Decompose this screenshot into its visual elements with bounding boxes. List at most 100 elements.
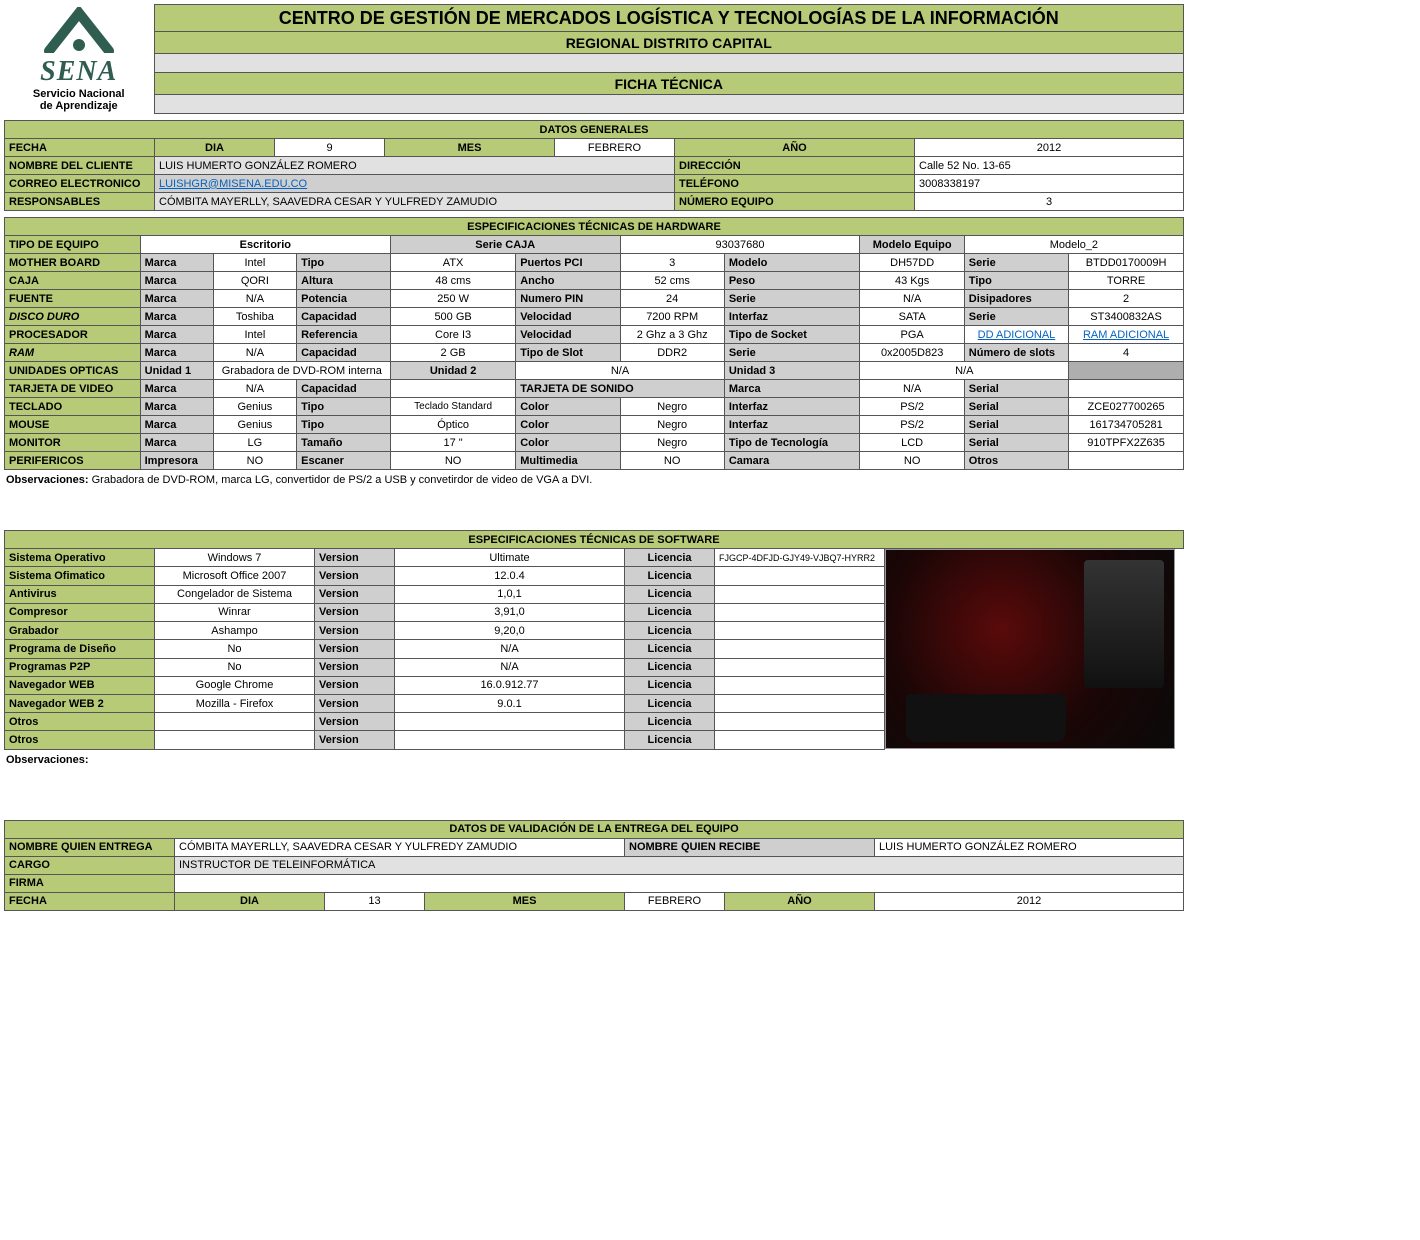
- hw-tipo-eq: Escritorio: [140, 236, 390, 254]
- sw-row-ver: 9.0.1: [395, 694, 625, 712]
- hw-mb-modelo: DH57DD: [860, 254, 964, 272]
- hw-cpu-marca-lbl: Marca: [140, 326, 213, 344]
- logo-sub2: de Aprendizaje: [29, 100, 129, 112]
- dg-dir-lbl: DIRECCIÓN: [675, 157, 915, 175]
- hw-per-cam: NO: [860, 452, 964, 470]
- hw-tec-serial: ZCE027700265: [1069, 398, 1184, 416]
- hw-caja-peso-lbl: Peso: [724, 272, 860, 290]
- sw-row-lic: [715, 622, 885, 640]
- dg-correo-link[interactable]: LUISHGR@MISENA.EDU.CO: [159, 178, 307, 190]
- hw-tec-serial-lbl: Serial: [964, 398, 1068, 416]
- hw-mouse-serial: 161734705281: [1069, 416, 1184, 434]
- hw-fuente-pin-lbl: Numero PIN: [516, 290, 620, 308]
- sw-row-lbl: Grabador: [5, 622, 155, 640]
- hw-per-otros-lbl: Otros: [964, 452, 1068, 470]
- val-table: DATOS DE VALIDACIÓN DE LA ENTREGA DEL EQ…: [4, 820, 1184, 911]
- sw-row-name: [155, 731, 315, 749]
- hw-ram-marca-lbl: Marca: [140, 344, 213, 362]
- hw-cpu-marca: Intel: [213, 326, 296, 344]
- val-dia: 13: [325, 892, 425, 910]
- hw-mb-tipo: ATX: [391, 254, 516, 272]
- val-mes: FEBRERO: [625, 892, 725, 910]
- hw-dd-cap-lbl: Capacidad: [297, 308, 391, 326]
- dg-section: DATOS GENERALES: [5, 121, 1184, 139]
- sw-row-lic: [715, 694, 885, 712]
- val-fecha-lbl: FECHA: [5, 892, 175, 910]
- hw-ram-lbl: RAM: [5, 344, 141, 362]
- val-firma: [175, 874, 1184, 892]
- hw-serie-caja-lbl: Serie CAJA: [391, 236, 621, 254]
- sw-row-lic: [715, 658, 885, 676]
- hw-modelo-eq-lbl: Modelo Equipo: [860, 236, 964, 254]
- hw-caja-alt: 48 cms: [391, 272, 516, 290]
- hw-cpu-lbl: PROCESADOR: [5, 326, 141, 344]
- sw-row-name: No: [155, 640, 315, 658]
- hw-obs-text: Grabadora de DVD-ROM, marca LG, converti…: [92, 474, 593, 486]
- sw-lic-lbl: Licencia: [625, 585, 715, 603]
- sw-lic-lbl: Licencia: [625, 713, 715, 731]
- hw-tv-lbl: TARJETA DE VIDEO: [5, 380, 141, 398]
- sw-ver-lbl: Version: [315, 640, 395, 658]
- hw-mon-marca-lbl: Marca: [140, 434, 213, 452]
- hw-mon-tech-lbl: Tipo de Tecnología: [724, 434, 860, 452]
- hw-mb-serie-lbl: Serie: [964, 254, 1068, 272]
- sw-ver-lbl: Version: [315, 676, 395, 694]
- hw-fuente-serie-lbl: Serie: [724, 290, 860, 308]
- hw-caja-marca: QORI: [213, 272, 296, 290]
- hw-cpu-sock: PGA: [860, 326, 964, 344]
- hw-mouse-marca-lbl: Marca: [140, 416, 213, 434]
- hw-per-imp: NO: [213, 452, 296, 470]
- hw-mb-marca: Intel: [213, 254, 296, 272]
- val-cargo-lbl: CARGO: [5, 856, 175, 874]
- hw-fuente-pin: 24: [620, 290, 724, 308]
- hw-per-mm-lbl: Multimedia: [516, 452, 620, 470]
- hw-mon-color-lbl: Color: [516, 434, 620, 452]
- dg-cliente: LUIS HUMERTO GONZÁLEZ ROMERO: [155, 157, 675, 175]
- hw-mouse-lbl: MOUSE: [5, 416, 141, 434]
- dg-tel-lbl: TELÉFONO: [675, 175, 915, 193]
- sw-row-ver: 16.0.912.77: [395, 676, 625, 694]
- hw-mouse-intf-lbl: Interfaz: [724, 416, 860, 434]
- hw-tec-color-lbl: Color: [516, 398, 620, 416]
- hw-dd-serie-lbl: Serie: [964, 308, 1068, 326]
- hw-ts-lbl: TARJETA DE SONIDO: [516, 380, 725, 398]
- hw-ram-slot: DDR2: [620, 344, 724, 362]
- hw-dd-add-link[interactable]: DD ADICIONAL: [978, 329, 1056, 341]
- hw-tec-lbl: TECLADO: [5, 398, 141, 416]
- hw-obs: Observaciones: Grabadora de DVD-ROM, mar…: [4, 470, 1184, 490]
- hw-cpu-ref-lbl: Referencia: [297, 326, 391, 344]
- sw-row-name: No: [155, 658, 315, 676]
- hw-tv-marca: N/A: [213, 380, 296, 398]
- hw-dd-intf-lbl: Interfaz: [724, 308, 860, 326]
- hw-caja-lbl: CAJA: [5, 272, 141, 290]
- hw-ram-nslots-lbl: Número de slots: [964, 344, 1068, 362]
- dg-fecha-lbl: FECHA: [5, 139, 155, 157]
- val-recibe-lbl: NOMBRE QUIEN RECIBE: [625, 838, 875, 856]
- hw-mon-lbl: MONITOR: [5, 434, 141, 452]
- sw-obs: Observaciones:: [4, 750, 1184, 770]
- sw-lic-lbl: Licencia: [625, 622, 715, 640]
- dg-dir: Calle 52 No. 13-65: [915, 157, 1184, 175]
- hw-mon-tam-lbl: Tamaño: [297, 434, 391, 452]
- hw-caja-peso: 43 Kgs: [860, 272, 964, 290]
- hw-ram-cap: 2 GB: [391, 344, 516, 362]
- logo-cell: SENA Servicio Nacional de Aprendizaje: [4, 5, 154, 114]
- hw-per-imp-lbl: Impresora: [140, 452, 213, 470]
- sw-ver-lbl: Version: [315, 549, 395, 567]
- dg-resp-lbl: RESPONSABLES: [5, 193, 155, 211]
- sena-logo-icon: [29, 7, 129, 53]
- sw-row-lic: [715, 713, 885, 731]
- val-ano-lbl: AÑO: [725, 892, 875, 910]
- hw-fuente-marca: N/A: [213, 290, 296, 308]
- dg-mes: FEBRERO: [555, 139, 675, 157]
- hw-modelo-eq: Modelo_2: [964, 236, 1183, 254]
- dg-tel: 3008338197: [915, 175, 1184, 193]
- hw-ram-marca: N/A: [213, 344, 296, 362]
- dg-cliente-lbl: NOMBRE DEL CLIENTE: [5, 157, 155, 175]
- hw-fuente-disip-lbl: Disipadores: [964, 290, 1068, 308]
- sw-row-lbl: Otros: [5, 713, 155, 731]
- hw-mb-pci-lbl: Puertos PCI: [516, 254, 620, 272]
- sw-table: ESPECIFICACIONES TÉCNICAS DE SOFTWARE Si…: [4, 530, 1184, 750]
- hw-ram-add-link[interactable]: RAM ADICIONAL: [1083, 329, 1169, 341]
- hw-mon-color: Negro: [620, 434, 724, 452]
